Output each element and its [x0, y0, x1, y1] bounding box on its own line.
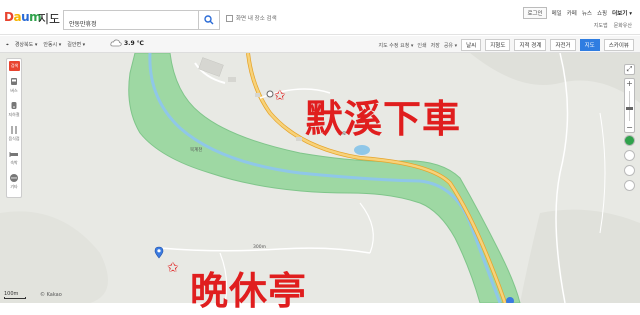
search-icon — [204, 15, 214, 25]
region-select-town[interactable]: 길안면 ▾ — [67, 41, 85, 48]
map-controls: ⤢ + − — [624, 64, 636, 195]
sub-links: 지도앱 문화유산 — [594, 22, 632, 29]
temperature-unit: ℃ — [136, 39, 144, 47]
region-select-province[interactable]: 경상북도 ▾ — [15, 41, 38, 48]
traffic-button[interactable] — [624, 150, 635, 161]
gps-icon[interactable]: ⌖ — [6, 42, 9, 48]
search-box — [63, 10, 199, 33]
area-search-checkbox[interactable] — [226, 15, 233, 22]
daum-logo[interactable]: Daum — [4, 10, 42, 24]
cloud-icon — [110, 39, 122, 47]
zoom-out-button[interactable]: − — [625, 123, 634, 132]
stream-label: 묵계천 — [190, 148, 203, 153]
maptype-cadastral[interactable]: 지적 경계 — [514, 39, 547, 51]
bus-icon — [11, 78, 17, 85]
zoom-in-button[interactable]: + — [625, 79, 634, 88]
left-category-panel: 검색 버스 지하철 음식점 숙박 기타 — [6, 58, 22, 198]
print-button[interactable]: 인쇄 — [417, 42, 426, 49]
bus-category-button[interactable]: 버스 — [8, 77, 20, 95]
location-pin-icon[interactable] — [154, 246, 164, 259]
annotation-mukgye: 默溪下車 — [305, 97, 462, 141]
restaurant-category-button[interactable]: 음식점 — [8, 125, 20, 143]
more-icon — [10, 174, 18, 182]
map-tools: 지도 수정 요청 ▾ 인쇄 저장 공유 ▾ 날씨 지형도 지적 경계 자전거 지… — [379, 39, 634, 51]
place-dot-icon[interactable] — [266, 90, 274, 98]
share-button[interactable]: 공유 ▾ — [444, 42, 457, 49]
search-button[interactable] — [199, 10, 220, 30]
login-button[interactable]: 로그인 — [523, 7, 547, 19]
weather-widget[interactable]: 3.9 ℃ — [110, 39, 144, 47]
area-tool-button[interactable] — [624, 180, 635, 191]
edit-request-button[interactable]: 지도 수정 요청 ▾ — [379, 42, 414, 49]
link-shopping[interactable]: 쇼핑 — [597, 9, 607, 17]
place-marker-icon[interactable] — [505, 296, 515, 303]
top-links: 로그인 메일 카페 뉴스 쇼핑 더보기 ▾ — [523, 7, 632, 19]
maptype-weather[interactable]: 날씨 — [461, 39, 482, 51]
more-category-button[interactable]: 기타 — [8, 173, 20, 191]
lodging-category-button[interactable]: 숙박 — [8, 149, 20, 167]
fullscreen-button[interactable]: ⤢ — [624, 64, 635, 75]
zoom-rail — [629, 91, 630, 121]
area-search-label: 화면 내 장소 검색 — [236, 16, 277, 22]
link-heritage[interactable]: 문화유산 — [614, 22, 632, 29]
maptype-bicycle[interactable]: 자전거 — [550, 39, 576, 51]
search-input[interactable] — [64, 14, 194, 33]
subway-icon — [11, 102, 17, 109]
subway-category-button[interactable]: 지하철 — [8, 101, 20, 119]
distance-label: 300m — [253, 245, 266, 250]
star-mark-icon: ✩ — [274, 88, 286, 104]
annotation-manhyujeong: 晩休亭 — [190, 269, 308, 313]
location-breadcrumb: ⌖ 경상북도 ▾ 안동시 ▾ 길안면 ▾ — [6, 41, 85, 49]
zoom-control[interactable]: + − — [624, 78, 635, 133]
restaurant-icon — [11, 126, 17, 134]
maptype-map[interactable]: 지도 — [579, 39, 600, 51]
maptype-skyview[interactable]: 스카이뷰 — [603, 39, 634, 51]
zoom-handle[interactable] — [626, 107, 633, 110]
link-more[interactable]: 더보기 ▾ — [612, 9, 632, 17]
temperature-value: 3.9 — [124, 39, 135, 47]
roadview-button[interactable] — [624, 135, 635, 146]
copyright: © Kakao — [40, 292, 62, 298]
link-mail[interactable]: 메일 — [552, 9, 562, 17]
maptype-terrain[interactable]: 지형도 — [485, 39, 511, 51]
header: Daum 지도 화면 내 장소 검색 로그인 메일 카페 뉴스 쇼핑 더보기 ▾… — [0, 0, 640, 35]
link-cafe[interactable]: 카페 — [567, 9, 577, 17]
distance-tool-button[interactable] — [624, 165, 635, 176]
save-button[interactable]: 저장 — [431, 42, 440, 49]
search-category-button[interactable]: 검색 — [9, 61, 20, 71]
link-news[interactable]: 뉴스 — [582, 9, 592, 17]
star-mark-icon: ✩ — [167, 260, 179, 276]
map-toolbar: ⌖ 경상북도 ▾ 안동시 ▾ 길안면 ▾ 3.9 ℃ 지도 수정 요청 ▾ 인쇄 … — [0, 36, 640, 53]
region-select-city[interactable]: 안동시 ▾ — [43, 41, 61, 48]
bed-icon — [9, 152, 18, 157]
scale-bar — [4, 297, 26, 299]
link-map-app[interactable]: 지도앱 — [594, 22, 608, 29]
service-title[interactable]: 지도 — [38, 10, 60, 27]
